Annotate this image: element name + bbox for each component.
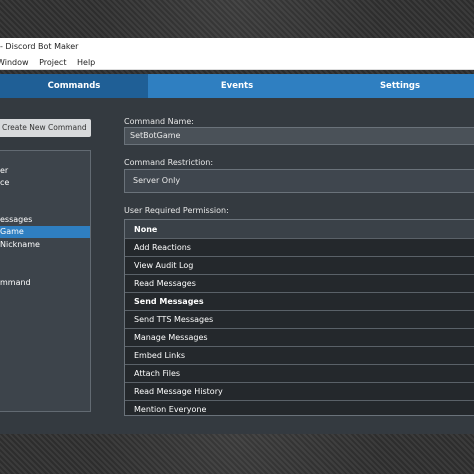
desktop-background-top (0, 0, 474, 38)
permission-item[interactable]: Read Messages (125, 275, 474, 293)
command-list-item[interactable]: ce (0, 177, 90, 189)
tab-settings[interactable]: Settings (326, 74, 474, 98)
permission-item[interactable]: Send TTS Messages (125, 311, 474, 329)
command-list-item[interactable]: Nickname (0, 239, 90, 251)
permission-item-selected[interactable]: None (125, 220, 474, 239)
user-permission-label: User Required Permission: (124, 206, 229, 215)
permission-item[interactable]: Add Reactions (125, 239, 474, 257)
permission-item[interactable]: Read Message History (125, 383, 474, 401)
window-title: - Discord Bot Maker (0, 42, 79, 51)
tab-events[interactable]: Events (148, 74, 326, 98)
command-list-item[interactable]: mmand (0, 277, 90, 289)
menu-window[interactable]: Window (0, 58, 29, 67)
window-titlebar: - Discord Bot Maker (0, 38, 474, 56)
create-command-button[interactable]: Create New Command (0, 119, 91, 137)
permission-item[interactable]: View Audit Log (125, 257, 474, 275)
command-name-input[interactable]: SetBotGame (124, 127, 474, 145)
permission-item[interactable]: Embed Links (125, 347, 474, 365)
permission-item[interactable]: Manage Messages (125, 329, 474, 347)
permission-list[interactable]: None Add Reactions View Audit Log Read M… (124, 219, 474, 416)
permission-item[interactable]: Attach Files (125, 365, 474, 383)
command-restriction-select[interactable]: Server Only (124, 169, 474, 193)
desktop-background-bottom (0, 434, 474, 474)
command-restriction-label: Command Restriction: (124, 158, 214, 167)
command-list-item[interactable]: essages (0, 214, 90, 226)
menu-project[interactable]: Project (39, 58, 66, 67)
command-list-item[interactable]: er (0, 165, 90, 177)
main-tabs: Commands Events Settings (0, 74, 474, 98)
command-name-label: Command Name: (124, 117, 194, 126)
permission-item[interactable]: Mention Everyone (125, 401, 474, 415)
command-list-item-selected[interactable]: Game (0, 226, 90, 238)
command-list[interactable]: er ce essages Game Nickname mmand (0, 150, 91, 412)
commands-panel: Create New Command er ce essages Game Ni… (0, 98, 474, 434)
menu-bar: Window Project Help (0, 56, 474, 70)
tab-commands[interactable]: Commands (0, 74, 148, 98)
menu-help[interactable]: Help (77, 58, 95, 67)
permission-item[interactable]: Send Messages (125, 293, 474, 311)
